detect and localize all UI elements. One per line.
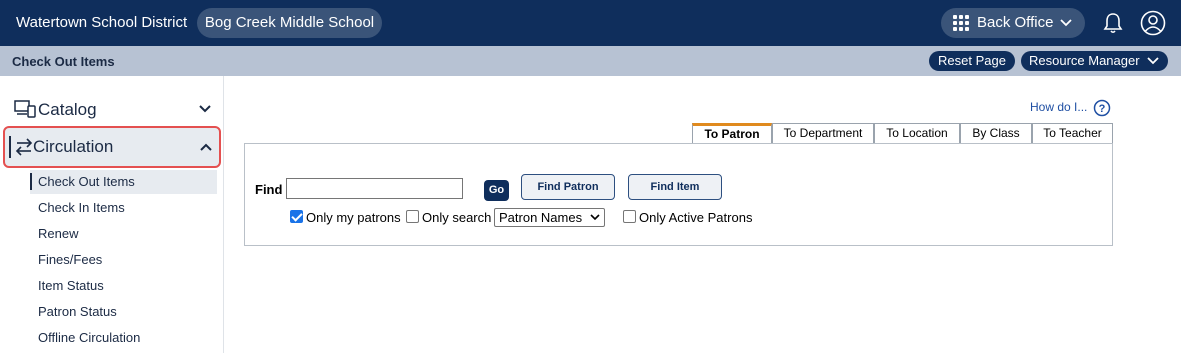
sidebar-item-catalog[interactable]: Catalog — [0, 90, 224, 130]
tab-to-patron[interactable]: To Patron — [692, 123, 772, 144]
sidebar-item-check-out[interactable]: Check Out Items — [38, 174, 135, 189]
only-active-patrons-label: Only Active Patrons — [639, 210, 753, 225]
sidebar-item-circulation[interactable]: Circulation — [3, 126, 221, 168]
resource-manager-button[interactable]: Resource Manager — [1021, 51, 1168, 71]
find-label: Find — [255, 182, 283, 197]
chevron-down-icon — [590, 214, 600, 221]
active-indicator — [9, 136, 11, 158]
only-search-checkbox[interactable] — [406, 210, 419, 223]
school-selector[interactable]: Bog Creek Middle School — [197, 8, 382, 38]
tab-by-class[interactable]: By Class — [960, 123, 1032, 144]
back-office-button[interactable]: Back Office — [941, 8, 1085, 38]
user-account-icon[interactable] — [1140, 10, 1166, 36]
top-bar: Watertown School District Bog Creek Midd… — [0, 0, 1181, 46]
district-name[interactable]: Watertown School District — [16, 14, 187, 31]
sidebar: Catalog Circulation Check Out Items Chec… — [0, 76, 224, 353]
only-my-patrons-label: Only my patrons — [306, 210, 401, 225]
sidebar-item-item-status[interactable]: Item Status — [38, 278, 104, 293]
only-search-label: Only search — [422, 210, 492, 225]
chevron-up-icon — [200, 143, 212, 151]
chevron-down-icon — [1060, 19, 1072, 27]
sidebar-item-label: Circulation — [33, 137, 114, 156]
chevron-down-icon — [1147, 57, 1159, 65]
reset-page-button[interactable]: Reset Page — [929, 51, 1015, 71]
search-scope-value: Patron Names — [499, 210, 583, 225]
find-patron-button[interactable]: Find Patron — [521, 174, 615, 200]
tab-to-department[interactable]: To Department — [772, 123, 874, 144]
tab-to-location[interactable]: To Location — [874, 123, 960, 144]
find-item-button[interactable]: Find Item — [628, 174, 722, 200]
only-active-patrons-checkbox[interactable] — [623, 210, 636, 223]
tab-to-teacher[interactable]: To Teacher — [1032, 123, 1113, 144]
sidebar-item-label: Catalog — [38, 100, 97, 119]
back-office-label: Back Office — [977, 14, 1054, 31]
chevron-down-icon — [199, 105, 211, 113]
devices-icon — [14, 100, 36, 118]
svg-text:?: ? — [1099, 103, 1106, 115]
notifications-bell-icon[interactable] — [1101, 11, 1125, 35]
go-button[interactable]: Go — [484, 180, 509, 201]
find-input[interactable] — [286, 178, 463, 199]
search-scope-select[interactable]: Patron Names — [494, 208, 605, 227]
app-grid-icon — [953, 15, 969, 31]
resource-manager-label: Resource Manager — [1029, 53, 1140, 68]
swap-arrows-icon — [15, 138, 33, 156]
how-do-i-link[interactable]: How do I... — [1030, 100, 1087, 114]
sidebar-item-offline-circulation[interactable]: Offline Circulation — [38, 330, 140, 345]
active-indicator — [30, 173, 32, 190]
sidebar-item-renew[interactable]: Renew — [38, 226, 78, 241]
find-panel: Find Go Find Patron Find Item Only my pa… — [244, 143, 1113, 246]
sidebar-item-patron-status[interactable]: Patron Status — [38, 304, 117, 319]
only-my-patrons-checkbox[interactable] — [290, 210, 303, 223]
sidebar-item-fines-fees[interactable]: Fines/Fees — [38, 252, 102, 267]
page-header-bar: Check Out Items Reset Page Resource Mana… — [0, 46, 1181, 76]
sidebar-item-check-in[interactable]: Check In Items — [38, 200, 125, 215]
help-question-icon[interactable]: ? — [1093, 99, 1111, 117]
page-title: Check Out Items — [12, 54, 115, 69]
